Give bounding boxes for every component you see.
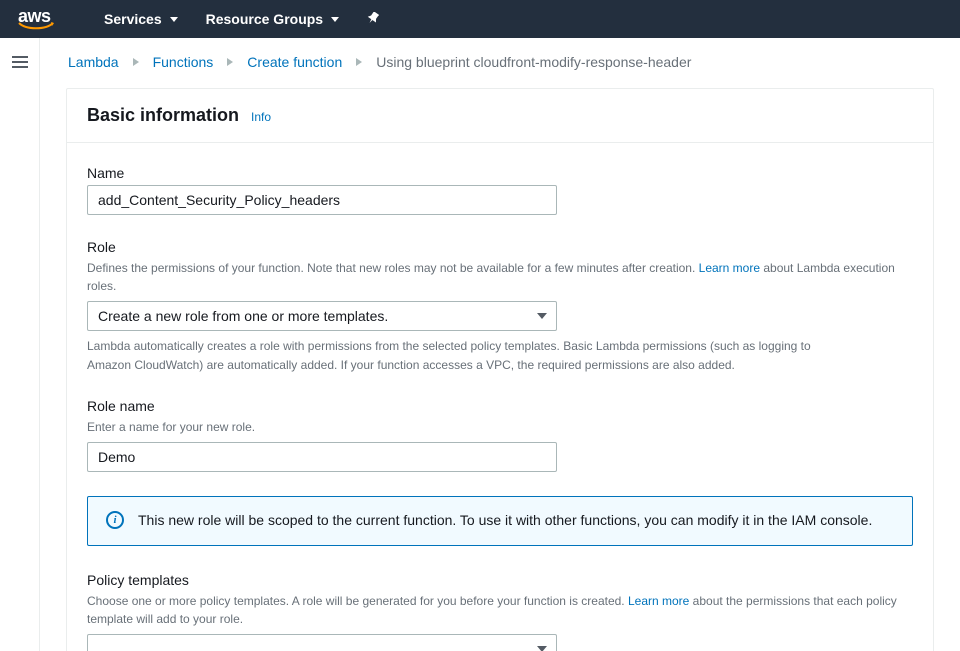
- role-name-hint: Enter a name for your new role.: [87, 418, 913, 436]
- name-label: Name: [87, 165, 913, 181]
- resource-groups-menu[interactable]: Resource Groups: [206, 11, 339, 27]
- policy-templates-field: Policy templates Choose one or more poli…: [87, 572, 913, 651]
- side-panel-toggle-area: [0, 38, 40, 651]
- info-icon: i: [106, 511, 124, 529]
- name-field: Name: [87, 165, 913, 215]
- role-field: Role Defines the permissions of your fun…: [87, 239, 913, 374]
- role-hint: Defines the permissions of your function…: [87, 259, 913, 295]
- policy-learn-more-link[interactable]: Learn more: [628, 594, 689, 608]
- role-select-value: Create a new role from one or more templ…: [98, 308, 388, 324]
- info-alert: i This new role will be scoped to the cu…: [87, 496, 913, 546]
- hamburger-icon[interactable]: [12, 56, 28, 68]
- policy-label: Policy templates: [87, 572, 913, 588]
- card-header: Basic information Info: [67, 89, 933, 143]
- services-menu[interactable]: Services: [104, 11, 178, 27]
- chevron-down-icon: [170, 17, 178, 22]
- main-content: Lambda Functions Create function Using b…: [40, 38, 960, 651]
- pin-button[interactable]: [367, 12, 379, 27]
- breadcrumb: Lambda Functions Create function Using b…: [68, 54, 934, 70]
- breadcrumb-lambda[interactable]: Lambda: [68, 54, 119, 70]
- chevron-right-icon: [356, 58, 362, 66]
- role-name-label: Role name: [87, 398, 913, 414]
- top-navbar: aws Services Resource Groups: [0, 0, 960, 38]
- role-label: Role: [87, 239, 913, 255]
- role-name-input[interactable]: [87, 442, 557, 472]
- role-learn-more-link[interactable]: Learn more: [699, 261, 760, 275]
- chevron-right-icon: [133, 58, 139, 66]
- policy-select[interactable]: [87, 634, 557, 651]
- resource-groups-label: Resource Groups: [206, 11, 323, 27]
- pin-icon: [367, 12, 379, 27]
- card-title: Basic information: [87, 105, 239, 126]
- policy-hint: Choose one or more policy templates. A r…: [87, 592, 913, 628]
- role-below-hint: Lambda automatically creates a role with…: [87, 337, 847, 374]
- role-select[interactable]: Create a new role from one or more templ…: [87, 301, 557, 331]
- breadcrumb-functions[interactable]: Functions: [153, 54, 214, 70]
- services-label: Services: [104, 11, 162, 27]
- role-name-field: Role name Enter a name for your new role…: [87, 398, 913, 472]
- info-alert-text: This new role will be scoped to the curr…: [138, 511, 872, 531]
- chevron-right-icon: [227, 58, 233, 66]
- breadcrumb-current: Using blueprint cloudfront-modify-respon…: [376, 54, 691, 70]
- aws-logo[interactable]: aws: [18, 7, 54, 32]
- name-input[interactable]: [87, 185, 557, 215]
- chevron-down-icon: [331, 17, 339, 22]
- breadcrumb-create-function[interactable]: Create function: [247, 54, 342, 70]
- info-link[interactable]: Info: [251, 110, 271, 124]
- basic-information-card: Basic information Info Name Role Defines…: [66, 88, 934, 651]
